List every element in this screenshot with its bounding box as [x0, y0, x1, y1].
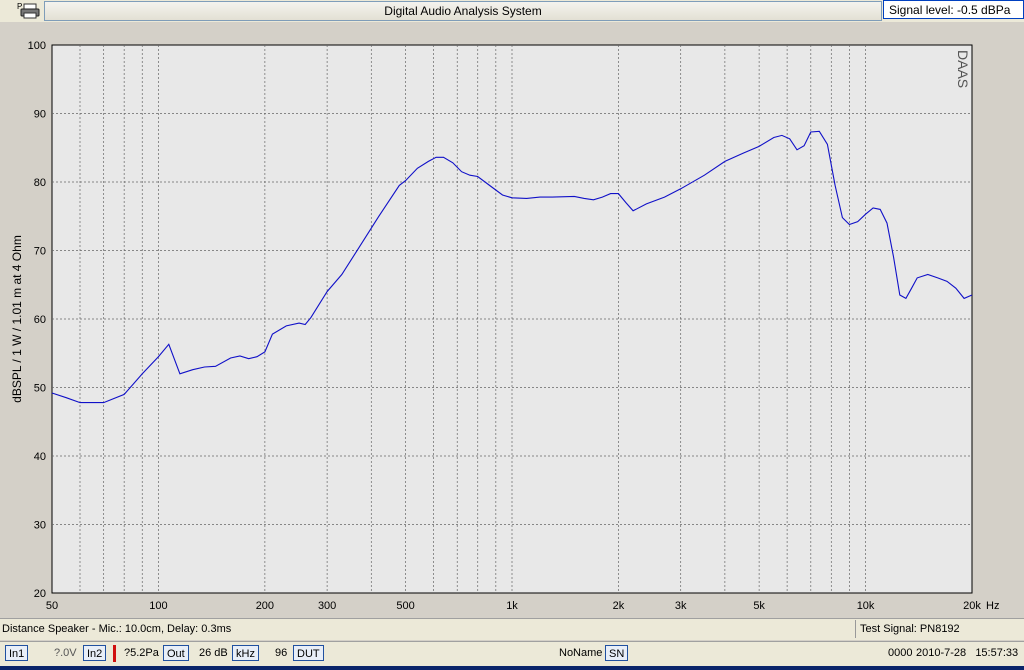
x-tick-label: 3k [675, 600, 687, 612]
khz-value: 96 [275, 647, 288, 659]
daas-watermark: DAAS [955, 50, 971, 88]
taskbar-edge [0, 666, 1024, 670]
out-button[interactable]: Out [163, 645, 189, 661]
x-tick-label: 5k [753, 600, 765, 612]
test-signal-info: Test Signal: PN8192 [855, 620, 1024, 638]
title-bar: P Digital Audio Analysis System Signal l… [0, 0, 1024, 22]
x-tick-label: 300 [318, 600, 336, 612]
khz-button[interactable]: kHz [232, 645, 259, 661]
in2-button[interactable]: In2 [83, 645, 107, 661]
out-value: 26 dB [199, 647, 228, 659]
dut-name: NoName [559, 647, 603, 659]
y-tick-label: 20 [34, 588, 46, 600]
y-tick-label: 100 [28, 40, 46, 52]
status-bar-io: In1 ?.0V In2 ?5.2Pa Out 26 dB kHz 96 DUT… [0, 641, 1024, 666]
frequency-response-chart[interactable]: 20 30 40 50 60 70 80 90 100 50 100 200 300 500 1k 2k 3k 5… [0, 22, 1024, 616]
x-tick-label: 50 [46, 600, 58, 612]
window-title: Digital Audio Analysis System [44, 1, 882, 21]
measurement-info: Distance Speaker - Mic.: 10.0cm, Delay: … [2, 623, 232, 635]
in1-button[interactable]: In1 [5, 645, 29, 661]
status-bar-measurement: Distance Speaker - Mic.: 10.0cm, Delay: … [0, 618, 1024, 640]
y-axis-label: dBSPL / 1 W / 1.01 m at 4 Ohm [10, 235, 24, 403]
x-tick-label: 2k [613, 600, 625, 612]
signal-level-display: Signal level: -0.5 dBPa [883, 0, 1024, 19]
x-tick-label: 200 [256, 600, 274, 612]
counter: 0000 [888, 647, 913, 659]
y-tick-label: 60 [34, 314, 46, 326]
x-tick-label: 100 [149, 600, 167, 612]
in2-level-indicator [113, 645, 116, 662]
x-tick-label: 20k [963, 600, 981, 612]
sn-button[interactable]: SN [605, 645, 629, 661]
date-time: 2010-7-28 15:57:33 [916, 647, 1019, 659]
x-tick-label: 1k [506, 600, 518, 612]
x-tick-label: 500 [396, 600, 414, 612]
y-tick-label: 70 [34, 246, 46, 258]
y-tick-label: 90 [34, 109, 46, 121]
x-tick-label: 10k [857, 600, 875, 612]
printer-icon[interactable]: P [15, 1, 43, 20]
y-tick-label: 30 [34, 520, 46, 532]
y-tick-label: 50 [34, 383, 46, 395]
in2-value: ?5.2Pa [124, 647, 159, 659]
y-tick-label: 80 [34, 177, 46, 189]
dut-button[interactable]: DUT [293, 645, 324, 661]
y-tick-label: 40 [34, 451, 46, 463]
x-axis-unit: Hz [986, 600, 999, 612]
in1-value: ?.0V [54, 647, 77, 659]
